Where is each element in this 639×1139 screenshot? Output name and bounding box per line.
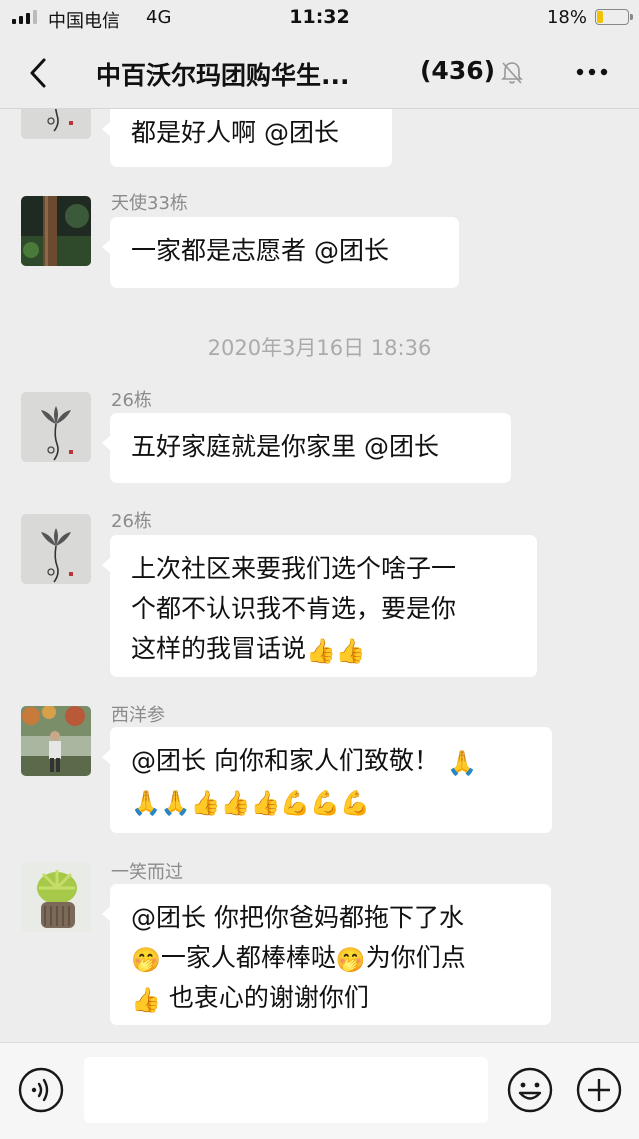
message-line: 👍 也衷心的谢谢你们: [131, 978, 530, 1018]
message-bubble[interactable]: 上次社区来要我们选个啥子一 个都不认识我不肯选，要是你 这样的我冒话说👍👍: [102, 535, 537, 677]
smiley-icon[interactable]: [507, 1067, 553, 1113]
message-text: 一家人都棒棒哒: [160, 943, 336, 972]
message-line: 🙏🙏👍👍👍💪💪💪: [131, 781, 531, 821]
message-bubble[interactable]: 一家都是志愿者 @团长: [102, 217, 459, 288]
message-list[interactable]: 都是好人啊 @团长 天使33栋 一家都是志愿者 @团长 2020年3月16日 1…: [0, 109, 639, 1042]
sender-name: 西洋参: [111, 705, 165, 726]
message-line: 个都不认识我不肯选，要是你: [131, 594, 457, 623]
lotus-ink-avatar[interactable]: [21, 109, 91, 139]
message-bubble[interactable]: 五好家庭就是你家里 @团长: [102, 413, 511, 483]
status-time: 11:32: [289, 6, 350, 28]
battery-icon: [595, 9, 633, 25]
voice-icon[interactable]: [18, 1067, 64, 1113]
chevron-left-icon[interactable]: [24, 55, 54, 91]
plus-icon[interactable]: [576, 1067, 622, 1113]
message-bubble[interactable]: @团长 你把你爸妈都拖下了水 🤭一家人都棒棒哒🤭为你们点 👍 也衷心的谢谢你们: [102, 884, 551, 1025]
message-line: 这样的我冒话说👍👍: [131, 629, 516, 669]
chat-header: 中百沃尔玛团购华生... (436): [0, 38, 639, 109]
message-line: @团长 你把你爸妈都拖下了水: [131, 903, 464, 932]
message-text: 都是好人啊 @团长: [131, 118, 339, 147]
sender-name: 一笑而过: [111, 862, 183, 883]
status-bar: 中国电信 4G 11:32 18%: [0, 0, 639, 38]
thumbs-up-icon: 👍👍: [306, 637, 366, 665]
input-bar: [0, 1042, 639, 1139]
succulent-plant-avatar[interactable]: [21, 862, 91, 932]
battery-percent: 18%: [546, 7, 587, 28]
lotus-ink-avatar[interactable]: [21, 514, 91, 584]
message-text: 五好家庭就是你家里 @团长: [131, 432, 439, 461]
timestamp-divider: 2020年3月16日 18:36: [207, 336, 432, 360]
thumbs-up-icon: 👍: [131, 986, 161, 1014]
message-line: 🤭一家人都棒棒哒🤭为你们点: [131, 938, 530, 978]
sender-name: 26栋: [111, 390, 152, 411]
sender-name: 26栋: [111, 511, 152, 532]
garden-person-avatar[interactable]: [21, 706, 91, 776]
message-line: @团长 向你和家人们致敬！ 🙏: [131, 741, 531, 781]
message-text: 这样的我冒话说: [131, 634, 307, 663]
emoji-row: 🙏🙏👍👍👍💪💪💪: [131, 789, 371, 817]
hand-over-mouth-icon: 🤭: [335, 946, 366, 974]
lotus-ink-avatar[interactable]: [21, 392, 91, 462]
message-bubble[interactable]: 都是好人啊 @团长: [102, 109, 392, 167]
message-text: 为你们点: [365, 943, 466, 972]
member-count: (436): [420, 56, 496, 85]
message-input[interactable]: [84, 1057, 488, 1123]
message-text: @团长 向你和家人们致敬！: [131, 746, 439, 775]
battery-fill: [597, 11, 603, 23]
ellipsis-icon[interactable]: [574, 60, 610, 84]
message-line: 上次社区来要我们选个啥子一: [131, 554, 457, 583]
chat-title[interactable]: 中百沃尔玛团购华生...: [96, 56, 350, 92]
praying-hands-icon: 🙏: [446, 749, 477, 777]
message-text: 一家都是志愿者 @团长: [131, 236, 389, 265]
tower-photo-avatar[interactable]: [21, 196, 91, 266]
message-bubble[interactable]: @团长 向你和家人们致敬！ 🙏 🙏🙏👍👍👍💪💪💪: [102, 727, 552, 833]
message-text: 也衷心的谢谢你们: [160, 983, 369, 1012]
sender-name: 天使33栋: [111, 193, 188, 214]
hand-over-mouth-icon: 🤭: [131, 946, 161, 974]
bell-muted-icon: [501, 62, 523, 84]
